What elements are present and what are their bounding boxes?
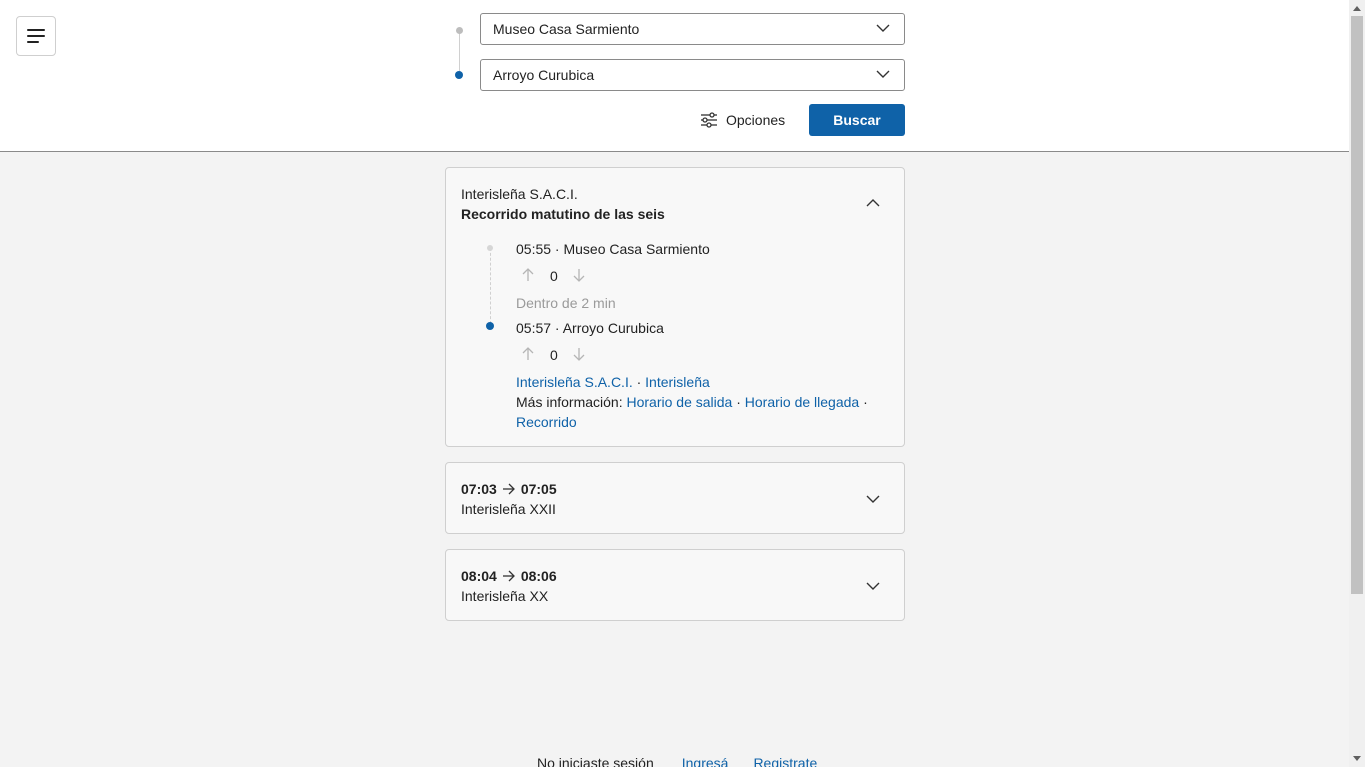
chevron-down-icon	[876, 24, 890, 32]
menu-icon-line	[27, 29, 45, 31]
timeline-connector	[490, 248, 491, 324]
result-company: Interisleña S.A.C.I.	[461, 186, 578, 202]
arrival-vote-count: 0	[550, 347, 558, 363]
result-route-name: Recorrido matutino de las seis	[461, 206, 665, 222]
destination-dot-icon	[455, 71, 463, 79]
not-logged-text: No iniciaste sesión	[537, 755, 654, 767]
chevron-up-icon[interactable]	[866, 198, 880, 208]
departure-time: 07:03	[461, 481, 497, 497]
line-link[interactable]: Interisleña	[645, 374, 710, 390]
menu-icon-line	[27, 41, 39, 43]
result-times: 07:03 07:05	[461, 481, 557, 497]
arrow-right-icon	[502, 570, 515, 582]
triangle-up-icon	[1353, 6, 1361, 11]
session-footer: No iniciaste sesión Ingresá Registrate	[537, 755, 817, 767]
operator-links: Interisleña S.A.C.I. · Interisleña	[516, 374, 710, 390]
departure-dot-icon	[487, 245, 493, 251]
result-line-name: Interisleña XXII	[461, 501, 556, 517]
origin-select-value: Museo Casa Sarmiento	[493, 21, 640, 37]
search-button[interactable]: Buscar	[809, 104, 905, 136]
login-link[interactable]: Ingresá	[682, 755, 729, 767]
arrival-stop: 05:57 · Arroyo Curubica	[516, 320, 664, 336]
stops-connector-line	[459, 33, 460, 71]
result-times: 08:04 08:06	[461, 568, 557, 584]
scroll-up-button[interactable]	[1349, 0, 1365, 16]
chevron-down-icon[interactable]	[866, 494, 880, 504]
sliders-icon	[701, 112, 717, 128]
departure-stop: 05:55 · Museo Casa Sarmiento	[516, 241, 710, 257]
menu-button[interactable]	[16, 16, 56, 56]
search-button-label: Buscar	[833, 112, 881, 128]
search-header: Museo Casa Sarmiento Arroyo Curubica Opc…	[0, 0, 1349, 152]
arrow-down-icon[interactable]	[573, 347, 585, 361]
destination-select-value: Arroyo Curubica	[493, 67, 595, 83]
options-label: Opciones	[726, 112, 786, 128]
menu-icon-line	[27, 35, 45, 37]
page-scrollbar[interactable]	[1349, 0, 1365, 767]
departure-vote-count: 0	[550, 268, 558, 284]
departure-time: 08:04	[461, 568, 497, 584]
origin-dot-icon	[456, 27, 463, 34]
arrival-schedule-link[interactable]: Horario de llegada	[745, 394, 859, 410]
result-card-expanded: Interisleña S.A.C.I. Recorrido matutino …	[445, 167, 905, 447]
arrival-time: 07:05	[520, 481, 557, 497]
departure-schedule-link[interactable]: Horario de salida	[626, 394, 732, 410]
chevron-down-icon	[876, 70, 890, 78]
origin-select[interactable]: Museo Casa Sarmiento	[480, 13, 905, 45]
result-card-collapsed[interactable]: 07:03 07:05 Interisleña XXII	[445, 462, 905, 534]
arrow-up-icon[interactable]	[522, 347, 534, 361]
separator: ·	[636, 374, 642, 390]
options-button[interactable]: Opciones	[700, 104, 785, 136]
chevron-down-icon[interactable]	[866, 581, 880, 591]
destination-select[interactable]: Arroyo Curubica	[480, 59, 905, 91]
arrow-down-icon[interactable]	[573, 268, 585, 282]
arrow-right-icon	[502, 483, 515, 495]
triangle-down-icon	[1353, 756, 1361, 761]
arrow-up-icon[interactable]	[522, 268, 534, 282]
register-link[interactable]: Registrate	[753, 755, 817, 767]
route-link[interactable]: Recorrido	[516, 414, 577, 430]
more-info-label: Más información:	[516, 394, 623, 410]
arrival-dot-icon	[486, 322, 494, 330]
separator: ·	[863, 394, 868, 410]
more-info-row: Más información: Horario de salida · Hor…	[516, 394, 868, 410]
trip-duration: Dentro de 2 min	[516, 295, 616, 311]
scroll-thumb[interactable]	[1351, 16, 1363, 594]
scroll-down-button[interactable]	[1349, 751, 1365, 767]
result-card-collapsed[interactable]: 08:04 08:06 Interisleña XX	[445, 549, 905, 621]
result-line-name: Interisleña XX	[461, 588, 549, 604]
arrival-time: 08:06	[520, 568, 557, 584]
operator-link[interactable]: Interisleña S.A.C.I.	[516, 374, 633, 390]
separator: ·	[736, 394, 741, 410]
